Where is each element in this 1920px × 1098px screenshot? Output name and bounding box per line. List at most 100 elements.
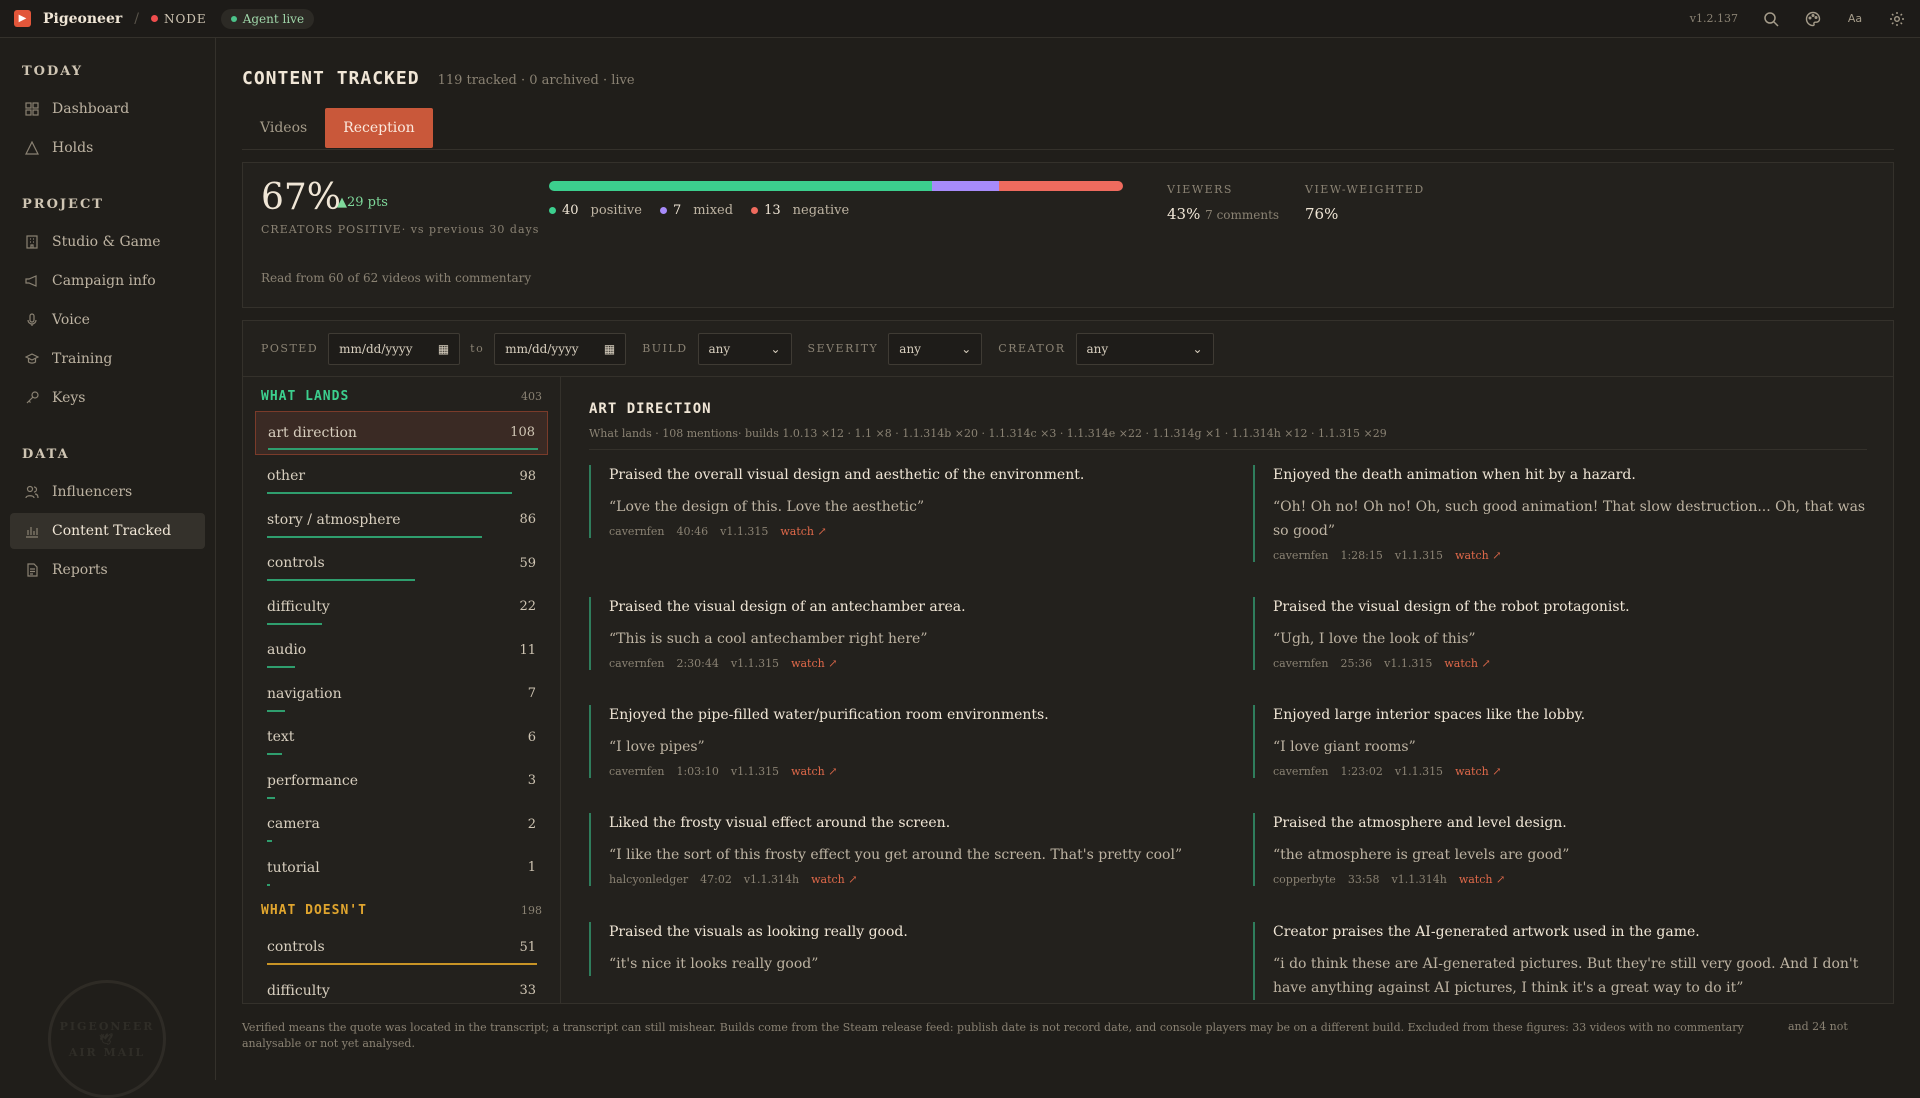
quote-build: v1.1.314h [1391, 873, 1447, 886]
search-icon[interactable] [1762, 10, 1780, 28]
node-label: NODE [163, 11, 207, 26]
sidebar-item-holds[interactable]: Holds [10, 130, 205, 166]
gear-icon[interactable] [1888, 10, 1906, 28]
category-item[interactable]: difficulty 33 [255, 969, 548, 1003]
view-weighted-value: 76% [1305, 205, 1339, 223]
watch-link[interactable]: watch ↗ [1455, 549, 1501, 562]
quote-build: v1.1.315 [1394, 765, 1444, 778]
font-size-button[interactable]: Aa [1846, 10, 1864, 28]
sidebar-item-campaign-info[interactable]: Campaign info [10, 263, 205, 299]
sidebar-item-influencers[interactable]: Influencers [10, 474, 205, 510]
sentiment-bar-negative [998, 181, 1123, 191]
building-icon [24, 234, 40, 250]
category-item[interactable]: performance 3 [255, 759, 548, 803]
category-item[interactable]: controls 51 [255, 926, 548, 970]
quote-creator: cavernfen [609, 765, 665, 778]
sidebar-item-label: Training [52, 351, 113, 367]
category-count-bar [267, 753, 282, 755]
category-item[interactable]: controls 59 [255, 542, 548, 586]
build-select[interactable]: any ⌄ [697, 332, 792, 365]
quote-creator: copperbyte [1273, 873, 1336, 886]
sidebar-item-dashboard[interactable]: Dashboard [10, 91, 205, 127]
category-detail: ART DIRECTION What lands · 108 mentions·… [561, 377, 1893, 1003]
watch-link[interactable]: watch ↗ [1444, 657, 1490, 670]
quote-build: v1.1.315 [730, 657, 780, 670]
key-icon [24, 390, 40, 406]
node-indicator[interactable]: NODE [150, 11, 207, 26]
sidebar-section-data: DATA [22, 447, 70, 462]
category-item[interactable]: audio 11 [255, 629, 548, 673]
agent-status-label: Agent live [242, 11, 305, 26]
severity-select[interactable]: any ⌄ [888, 332, 983, 365]
category-label: other [267, 468, 306, 485]
calendar-icon[interactable]: ▦ [438, 342, 449, 356]
category-count: 51 [519, 939, 536, 955]
calendar-icon[interactable]: ▦ [604, 342, 615, 356]
category-item[interactable]: other 98 [255, 455, 548, 499]
quote-meta: cavernfen 2:30:44 v1.1.315 watch ↗ [609, 657, 1221, 670]
category-count: 3 [527, 773, 536, 789]
mixed-dot [659, 207, 667, 214]
watch-link[interactable]: watch ↗ [791, 765, 837, 778]
sidebar-item-label: Influencers [52, 484, 133, 500]
main-content: CONTENT TRACKED 119 tracked · 0 archived… [242, 38, 1894, 1080]
sidebar-item-reports[interactable]: Reports [10, 552, 205, 588]
detail-title: ART DIRECTION [589, 401, 712, 417]
category-label: navigation [267, 685, 342, 702]
posted-label: POSTED [261, 342, 319, 355]
watch-link[interactable]: watch ↗ [1459, 873, 1505, 886]
category-count: 6 [527, 729, 536, 745]
quote-text: “Ugh, I love the look of this” [1273, 631, 1476, 647]
posted-from-date-input[interactable]: mm/dd/yyyy ▦ [328, 332, 461, 365]
sidebar-item-label: Dashboard [52, 101, 130, 117]
tab-videos[interactable]: Videos [242, 108, 325, 148]
category-item[interactable]: story / atmosphere 86 [255, 498, 548, 542]
category-item[interactable]: art direction 108 [255, 411, 548, 455]
page-title: CONTENT TRACKED [242, 68, 420, 89]
top-bar: ▶ Pigeoneer / NODE Agent live v1.2.137 A… [0, 0, 1920, 38]
category-count-bar [267, 492, 512, 494]
category-count: 108 [510, 425, 535, 441]
app-logo-icon[interactable]: ▶ [14, 10, 31, 27]
quote-timestamp: 47:02 [700, 873, 732, 886]
category-item[interactable]: tutorial 1 [255, 846, 548, 890]
category-item[interactable]: text 6 [255, 716, 548, 760]
sidebar-item-keys[interactable]: Keys [10, 380, 205, 416]
sidebar-item-voice[interactable]: Voice [10, 302, 205, 338]
sidebar-item-studio-game[interactable]: Studio & Game [10, 224, 205, 260]
read-from-note: Read from 60 of 62 videos with commentar… [261, 271, 532, 285]
sidebar-item-label: Content Tracked [52, 523, 172, 539]
app-name[interactable]: Pigeoneer [43, 11, 122, 27]
quote-timestamp: 1:03:10 [676, 765, 719, 778]
tab-reception[interactable]: Reception [325, 108, 433, 148]
palette-icon[interactable] [1804, 10, 1822, 28]
watch-link[interactable]: watch ↗ [1455, 765, 1501, 778]
sidebar-item-training[interactable]: Training [10, 341, 205, 377]
sidebar-item-label: Campaign info [52, 273, 156, 289]
category-label: performance [267, 772, 359, 789]
category-count-bar [267, 579, 415, 581]
category-item[interactable]: difficulty 22 [255, 585, 548, 629]
sidebar-item-content-tracked[interactable]: Content Tracked [10, 513, 205, 549]
quote-build: v1.1.315 [1394, 549, 1444, 562]
watch-link[interactable]: watch ↗ [791, 657, 837, 670]
category-item[interactable]: navigation 7 [255, 672, 548, 716]
what-lands-header: WHAT LANDS 403 [261, 388, 542, 404]
quote-meta: cavernfen 1:28:15 v1.1.315 watch ↗ [1273, 549, 1885, 562]
quote-creator: cavernfen [1273, 657, 1329, 670]
creator-select[interactable]: any ⌄ [1075, 332, 1214, 365]
category-item[interactable]: camera 2 [255, 803, 548, 847]
posted-to-date-input[interactable]: mm/dd/yyyy ▦ [494, 332, 627, 365]
megaphone-icon [24, 273, 40, 289]
category-label: story / atmosphere [267, 511, 401, 528]
quote-meta: halcyonledger 47:02 v1.1.314h watch ↗ [609, 873, 1221, 886]
watch-link[interactable]: watch ↗ [811, 873, 857, 886]
quote-meta: cavernfen 25:36 v1.1.315 watch ↗ [1273, 657, 1885, 670]
quote-build: v1.1.315 [720, 525, 769, 538]
sentiment-legend: 40 positive 7 mixed 13 negative [549, 203, 849, 218]
watch-link[interactable]: watch ↗ [780, 525, 826, 538]
category-count: 7 [527, 686, 536, 702]
category-count-bar [267, 963, 537, 965]
sentiment-bar-positive [549, 181, 932, 191]
tab-bar: Videos Reception [242, 108, 1894, 150]
